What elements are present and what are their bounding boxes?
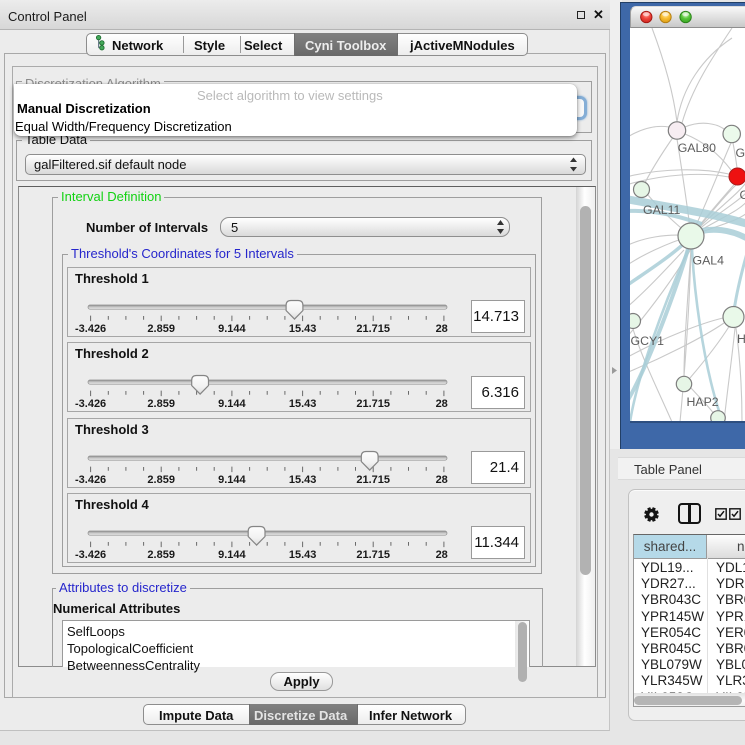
- svg-text:15.43: 15.43: [289, 323, 317, 335]
- svg-text:CY: CY: [740, 188, 745, 202]
- svg-text:GA: GA: [736, 146, 745, 160]
- svg-text:9.144: 9.144: [218, 549, 246, 561]
- svg-text:21.715: 21.715: [356, 323, 390, 335]
- svg-text:HI: HI: [737, 332, 745, 346]
- svg-text:9.144: 9.144: [218, 398, 246, 410]
- svg-text:28: 28: [436, 323, 448, 335]
- svg-text:21.715: 21.715: [356, 549, 390, 561]
- svg-text:15.43: 15.43: [289, 549, 317, 561]
- svg-text:HAP2: HAP2: [687, 395, 719, 409]
- svg-text:21.715: 21.715: [356, 474, 390, 486]
- svg-text:-3.426: -3.426: [75, 474, 106, 486]
- svg-text:GAL4: GAL4: [693, 254, 725, 268]
- svg-text:15.43: 15.43: [289, 398, 317, 410]
- svg-text:9.144: 9.144: [218, 323, 246, 335]
- svg-text:GAL80: GAL80: [678, 141, 716, 155]
- svg-text:-3.426: -3.426: [75, 549, 106, 561]
- svg-text:2.859: 2.859: [147, 474, 175, 486]
- svg-text:28: 28: [436, 398, 448, 410]
- svg-text:2.859: 2.859: [147, 323, 175, 335]
- svg-text:15.43: 15.43: [289, 474, 317, 486]
- svg-text:-3.426: -3.426: [75, 323, 106, 335]
- svg-text:28: 28: [436, 474, 448, 486]
- svg-text:GAL11: GAL11: [643, 203, 681, 217]
- svg-text:-3.426: -3.426: [75, 398, 106, 410]
- svg-text:2.859: 2.859: [147, 398, 175, 410]
- svg-text:GCY1: GCY1: [631, 334, 665, 348]
- svg-text:21.715: 21.715: [356, 398, 390, 410]
- svg-text:9.144: 9.144: [218, 474, 246, 486]
- svg-text:2.859: 2.859: [147, 549, 175, 561]
- svg-text:28: 28: [436, 549, 448, 561]
